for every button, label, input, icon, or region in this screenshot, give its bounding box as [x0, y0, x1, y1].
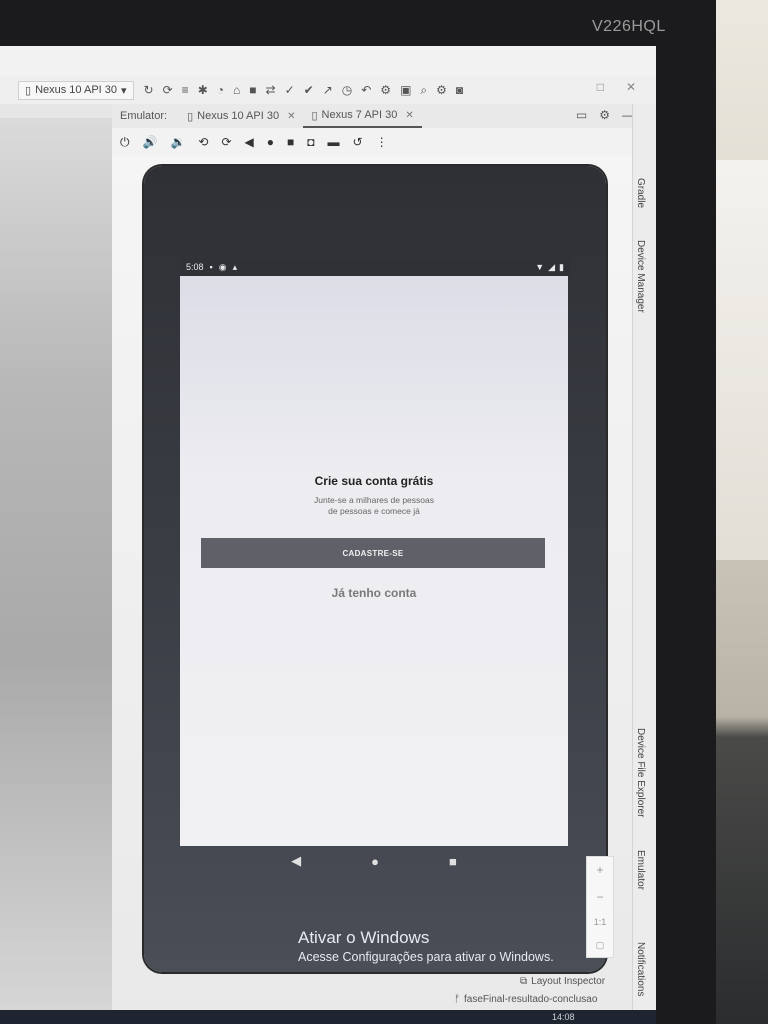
arrow-icon[interactable]: ↗ [323, 83, 333, 98]
back-icon[interactable]: ◀ [245, 135, 254, 149]
rotate-right-icon[interactable]: ⟳ [221, 135, 231, 149]
overview-icon[interactable]: ■ [287, 135, 294, 149]
emulator-tab-strip: Emulator: ▯ Nexus 10 API 30 ✕ ▯ Nexus 7 … [112, 104, 656, 128]
page-subtitle: Junte-se a milhares de pessoas de pessoa… [180, 495, 568, 517]
left-editor-panel [0, 104, 112, 1024]
tool-tab-gradle[interactable]: Gradle [635, 178, 646, 208]
rerun-icon[interactable]: ↻ [144, 83, 154, 98]
zoom-panel: + − 1:1 ▢ [586, 856, 614, 958]
tab-label: Nexus 10 API 30 [197, 110, 280, 122]
chevron-down-icon: ▾ [121, 84, 127, 97]
close-icon[interactable]: ✕ [626, 80, 636, 94]
git-branch[interactable]: ᚠ faseFinal-resultado-conclusao [454, 994, 597, 1005]
tool-tab-notifications[interactable]: Notifications [635, 942, 646, 996]
circle-icon: ◉ [218, 261, 227, 272]
device-icon: ▯ [187, 110, 194, 123]
tab-label: Nexus 7 API 30 [321, 109, 398, 121]
watermark-title: Ativar o Windows [298, 928, 430, 947]
device-selector-label: Nexus 10 API 30 [35, 84, 118, 96]
check-all-icon[interactable]: ✔ [304, 83, 314, 98]
notification-icon: ▪ [209, 262, 213, 272]
account-icon[interactable]: ◙ [456, 83, 463, 98]
back-icon[interactable]: ◀ [291, 853, 301, 869]
toolbar-icons: ↻ ⟳ ≡ ✱ ◔ ⌂ ■ ⇄ ✓ ✔ ↗ ◷ ↶ ⚙ ▣ ⌕ ⚙ ◙ [144, 83, 464, 98]
volume-up-icon[interactable]: 🔊 [143, 135, 158, 149]
home-icon[interactable]: ● [267, 135, 274, 149]
emulator-label: Emulator: [120, 110, 168, 122]
tool-tab-device-manager[interactable]: Device Manager [635, 240, 646, 313]
taskbar-clock: 14:08 [552, 1012, 575, 1022]
volume-down-icon[interactable]: 🔉 [170, 135, 185, 149]
zoom-reset-button[interactable]: 1:1 [594, 917, 607, 927]
zoom-in-button[interactable]: + [596, 863, 603, 877]
debug-icon[interactable]: ✱ [198, 83, 208, 98]
page-title: Crie sua conta grátis [314, 474, 434, 488]
tab-nexus-7[interactable]: ▯ Nexus 7 API 30 ✕ [303, 104, 422, 128]
fit-screen-icon[interactable]: ▢ [596, 940, 605, 951]
history-icon[interactable]: ◷ [342, 83, 352, 98]
battery-saver-icon: ▴ [232, 261, 238, 272]
subtitle-line: de pessoas e comece já [328, 506, 420, 516]
home-icon[interactable]: ● [371, 854, 379, 869]
device-selector-dropdown[interactable]: ▯ Nexus 10 API 30 ▾ [18, 80, 134, 100]
branch-label: faseFinal-resultado-conclusao [464, 994, 598, 1005]
left-panel-header [0, 104, 112, 118]
snapshot-icon[interactable]: ↺ [353, 135, 363, 149]
more-icon[interactable]: ⋮ [376, 135, 388, 149]
ide-toolbar: ▯ Nexus 10 API 30 ▾ ↻ ⟳ ≡ ✱ ◔ ⌂ ■ ⇄ ✓ ✔ … [0, 76, 656, 105]
branch-icon: ᚠ [454, 994, 460, 1005]
undo-icon[interactable]: ↶ [361, 83, 371, 98]
status-right: ▼ ◢ ▮ [535, 262, 564, 273]
layout-inspector-tab[interactable]: ⧉ Layout Inspector [520, 976, 605, 987]
right-tool-strip: Gradle Device Manager Device File Explor… [632, 104, 656, 1024]
layout-inspector-icon: ⧉ [520, 976, 528, 987]
tab-nexus-10[interactable]: ▯ Nexus 10 API 30 ✕ [179, 105, 303, 127]
sync-icon[interactable]: ⇄ [266, 83, 276, 98]
window-mode-icon[interactable]: ▭ [576, 108, 587, 122]
close-icon[interactable]: ✕ [405, 110, 413, 121]
layout-inspector-label: Layout Inspector [531, 976, 606, 987]
search-icon[interactable]: ⌕ [420, 83, 427, 98]
signup-button[interactable]: CADASTRE-SE [201, 538, 545, 568]
profile-icon[interactable]: ◔ [217, 83, 224, 98]
gear-icon[interactable]: ⚙ [436, 83, 447, 98]
camera-icon[interactable]: ◘ [307, 135, 314, 149]
emulator-tab-actions: ▭ ⚙ — [576, 108, 634, 122]
device-manager-icon[interactable]: ▣ [400, 83, 411, 98]
attach-icon[interactable]: ⌂ [233, 83, 240, 98]
tool-tab-emulator[interactable]: Emulator [635, 850, 646, 890]
battery-icon: ▮ [559, 261, 564, 272]
signal-icon: ◢ [548, 261, 556, 272]
power-icon[interactable]: ⏻ [120, 135, 130, 150]
subtitle-line: Junte-se a milhares de pessoas [313, 495, 434, 505]
status-time: 5:08 [186, 262, 204, 272]
overview-icon[interactable]: ■ [449, 854, 457, 869]
app-screen: Crie sua conta grátis Junte-se a milhare… [180, 276, 568, 846]
apply-changes-icon[interactable]: ⟳ [163, 83, 173, 98]
record-icon[interactable]: ▬ [328, 135, 340, 149]
windows-activation-watermark: Ativar o Windows Acesse Configurações pa… [298, 928, 554, 964]
watermark-subtitle: Acesse Configurações para ativar o Windo… [298, 950, 554, 964]
login-link[interactable]: Já tenho conta [180, 586, 568, 600]
wifi-icon: ▼ [535, 262, 545, 272]
device-icon: ▯ [25, 84, 32, 97]
stop-icon[interactable]: ■ [249, 83, 256, 98]
rotate-left-icon[interactable]: ⟲ [198, 135, 208, 149]
android-nav-bar: ◀ ● ■ [180, 846, 568, 876]
background-shelf [712, 160, 768, 560]
status-left: 5:08 ▪ ◉ ▴ [186, 262, 237, 273]
device-icon: ▯ [311, 109, 318, 122]
sdk-manager-icon[interactable]: ⚙ [380, 83, 391, 98]
window-controls: □ ✕ [597, 80, 636, 94]
tool-tab-device-file-explorer[interactable]: Device File Explorer [635, 728, 646, 817]
list-icon[interactable]: ≡ [182, 83, 189, 98]
check-icon[interactable]: ✓ [285, 83, 295, 98]
monitor-brand-label: V226HQL [592, 18, 666, 35]
emulator-controls: ⏻ 🔊 🔉 ⟲ ⟳ ◀ ● ■ ◘ ▬ ↺ ⋮ [112, 130, 640, 154]
zoom-out-button[interactable]: − [596, 890, 603, 904]
close-icon[interactable]: ✕ [287, 111, 295, 122]
restore-icon[interactable]: □ [597, 80, 604, 94]
android-status-bar: 5:08 ▪ ◉ ▴ ▼ ◢ ▮ [180, 258, 570, 276]
gear-icon[interactable]: ⚙ [599, 108, 610, 122]
